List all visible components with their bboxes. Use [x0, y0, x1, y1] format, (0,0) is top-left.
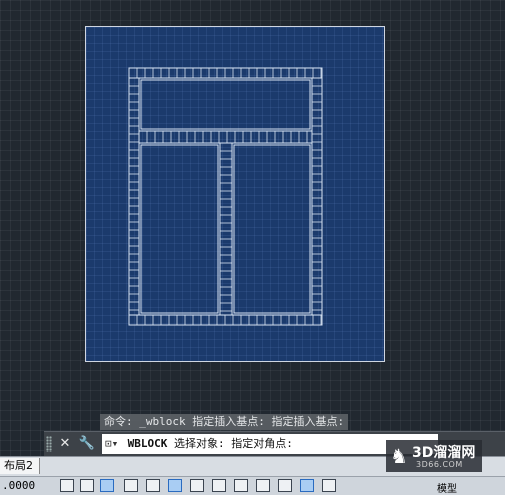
- deer-icon: ♞: [390, 444, 408, 468]
- window-elevation-drawing[interactable]: [86, 27, 386, 363]
- frame-outline: [128, 67, 323, 79]
- command-prompt-text: 选择对象: 指定对角点:: [167, 437, 293, 450]
- snap-icon[interactable]: [60, 479, 74, 492]
- watermark-name: 3D溜溜网: [412, 445, 476, 461]
- drag-grip-icon[interactable]: [46, 436, 52, 452]
- watermark-url: 3D66.COM: [416, 460, 463, 469]
- grid-icon[interactable]: [80, 479, 94, 492]
- otrack-icon[interactable]: [168, 479, 182, 492]
- frame-outline: [140, 79, 311, 130]
- polar-icon[interactable]: [124, 479, 138, 492]
- osnap-icon[interactable]: [146, 479, 160, 492]
- layout-paper-sheet[interactable]: [85, 26, 385, 362]
- model-space-label[interactable]: 模型: [437, 480, 457, 495]
- wrench-icon[interactable]: 🔧: [78, 435, 96, 453]
- tab-layout2[interactable]: 布局2: [0, 458, 40, 474]
- frame-outline: [140, 144, 219, 314]
- annotation-monitor-icon[interactable]: [300, 479, 314, 492]
- lineweight-icon[interactable]: [234, 479, 248, 492]
- command-history-icon[interactable]: ⊡▾: [105, 434, 121, 454]
- ducs-icon[interactable]: [190, 479, 204, 492]
- watermark-logo: ♞ 3D溜溜网 3D66.COM: [386, 440, 482, 472]
- frame-outline: [219, 142, 233, 316]
- frame-outline: [128, 77, 140, 316]
- selection-cycling-icon[interactable]: [278, 479, 292, 492]
- dyn-icon[interactable]: [212, 479, 226, 492]
- ortho-icon[interactable]: [100, 479, 114, 492]
- frame-outline: [138, 130, 313, 144]
- transparency-icon[interactable]: [256, 479, 270, 492]
- add-icon[interactable]: [322, 479, 336, 492]
- status-bar: .0000 模型: [0, 476, 505, 495]
- frame-outline: [311, 77, 323, 316]
- command-name: WBLOCK: [127, 437, 168, 450]
- coordinate-readout: .0000: [2, 479, 36, 492]
- frame-outline: [233, 144, 311, 314]
- frame-outline: [128, 314, 323, 326]
- close-icon[interactable]: ✕: [56, 435, 74, 453]
- command-history-line: 命令: _wblock 指定插入基点: 指定插入基点:: [100, 414, 349, 430]
